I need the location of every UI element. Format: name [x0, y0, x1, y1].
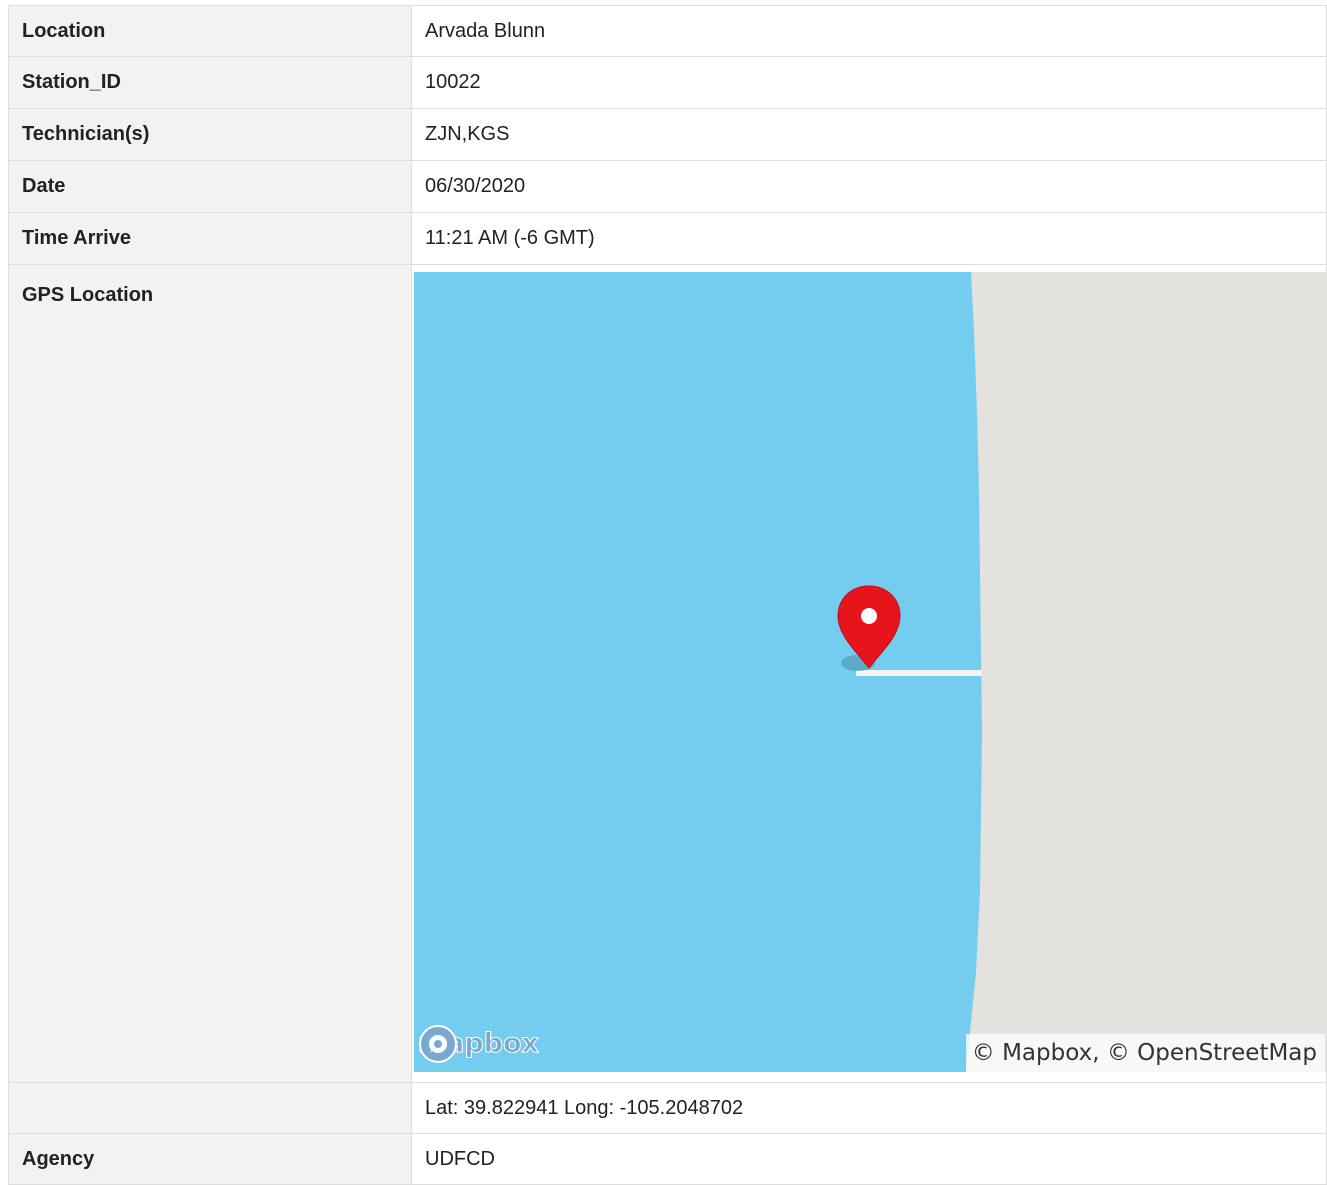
time-arrive-label: Time Arrive	[8, 212, 412, 265]
location-value: Arvada Blunn	[411, 5, 1327, 57]
location-map[interactable]: mapbox © Mapbox, © OpenStreetMap	[414, 272, 1327, 1072]
agency-row: Agency UDFCD	[8, 1133, 1327, 1185]
agency-value: UDFCD	[411, 1133, 1327, 1185]
station-id-label: Station_ID	[8, 56, 412, 109]
station-report: Location Arvada Blunn Station_ID 10022 T…	[8, 5, 1327, 1185]
mapbox-logo-icon	[419, 1025, 457, 1063]
station-id-value: 10022	[411, 56, 1327, 109]
mapbox-logo[interactable]: mapbox	[418, 1024, 539, 1064]
road-line	[856, 670, 982, 676]
location-label: Location	[8, 5, 412, 57]
station-id-row: Station_ID 10022	[8, 56, 1327, 109]
coordinates-row: Lat: 39.822941 Long: -105.2048702	[8, 1082, 1327, 1134]
date-row: Date 06/30/2020	[8, 160, 1327, 213]
coordinates-label	[8, 1082, 412, 1134]
map-canvas	[414, 272, 1327, 1072]
technicians-value: ZJN,KGS	[411, 108, 1327, 161]
map-attribution[interactable]: © Mapbox, © OpenStreetMap	[965, 1034, 1325, 1072]
gps-location-label: GPS Location	[8, 264, 412, 1083]
station-details-table: Location Arvada Blunn Station_ID 10022 T…	[8, 5, 1327, 1185]
technicians-label: Technician(s)	[8, 108, 412, 161]
time-arrive-value: 11:21 AM (-6 GMT)	[411, 212, 1327, 265]
agency-label: Agency	[8, 1133, 412, 1185]
gps-map-cell: mapbox © Mapbox, © OpenStreetMap	[411, 264, 1327, 1083]
technicians-row: Technician(s) ZJN,KGS	[8, 108, 1327, 161]
gps-location-row: GPS Location mapbox © Mapbox, © OpenStre…	[8, 264, 1327, 1083]
location-row: Location Arvada Blunn	[8, 5, 1327, 57]
date-label: Date	[8, 160, 412, 213]
time-arrive-row: Time Arrive 11:21 AM (-6 GMT)	[8, 212, 1327, 265]
date-value: 06/30/2020	[411, 160, 1327, 213]
coordinates-value: Lat: 39.822941 Long: -105.2048702	[411, 1082, 1327, 1134]
